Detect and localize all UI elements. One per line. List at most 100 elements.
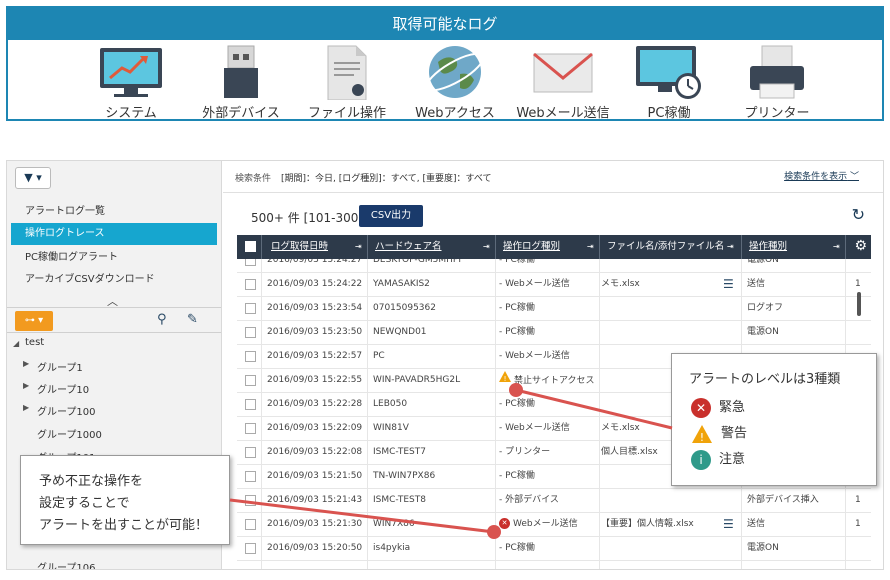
cell-date: 2016/09/03 15:21:30 <box>267 519 363 529</box>
cell-count: 1 <box>855 495 861 505</box>
log-type-label: プリンター <box>744 106 810 121</box>
cell-hardware: WIN7X86 <box>373 519 415 529</box>
row-checkbox[interactable] <box>245 423 256 434</box>
row-checkbox[interactable] <box>245 279 256 290</box>
callout-line: 設定することで <box>39 496 130 511</box>
cell-log-type: - プリンター <box>499 447 551 457</box>
warning-triangle-icon: ! <box>499 369 511 392</box>
column-header-date[interactable]: ログ取得日時 <box>271 235 328 259</box>
table-row[interactable]: 2016/09/03 15:21:43 ISMC-TEST8 - 外部デバイス 外部デ… <box>237 489 871 513</box>
cell-file-name: 【重要】個人情報.xlsx <box>601 519 694 529</box>
row-checkbox[interactable] <box>245 399 256 410</box>
table-row[interactable]: 2016/09/03 15:24:27 DESKTOP-GM5MHPI - PC稼働… <box>237 259 871 273</box>
show-search-conditions-link[interactable]: 検索条件を表示 ﹀ <box>784 169 859 182</box>
tree-node-group[interactable]: グループ1 <box>37 359 83 374</box>
cell-log-type: ! 禁止サイトアクセス <box>499 369 595 393</box>
csv-export-button[interactable]: CSV出力 <box>359 205 423 227</box>
cell-date: 2016/09/03 15:20:50 <box>267 543 363 553</box>
row-checkbox[interactable] <box>245 519 256 530</box>
row-checkbox[interactable] <box>245 447 256 458</box>
group-structure-button[interactable]: ⊶ ▾ <box>15 311 53 331</box>
select-all-checkbox[interactable] <box>245 241 256 252</box>
pin-icon[interactable]: ⇥ <box>355 235 362 259</box>
filter-dropdown-button[interactable]: ▼ ▾ <box>15 167 51 189</box>
cell-hardware: TN-WIN7PX86 <box>373 471 436 481</box>
row-checkbox[interactable] <box>245 471 256 482</box>
pin-icon[interactable]: ⇥ <box>727 235 734 259</box>
cell-hardware: WIN81V <box>373 423 409 433</box>
edit-pencil-icon[interactable]: ✎ <box>187 312 198 327</box>
cell-file-name: メモ.xlsx <box>601 279 640 289</box>
cell-hardware: YAMASAKIS2 <box>373 279 430 289</box>
cell-log-type: - Webメール送信 <box>499 351 570 361</box>
search-icon[interactable]: ⚲ <box>157 312 167 327</box>
cell-count: 1 <box>855 519 861 529</box>
warning-triangle-icon: ! <box>691 424 713 444</box>
column-settings-gear-icon[interactable]: ⚙ <box>854 238 867 254</box>
row-checkbox[interactable] <box>245 543 256 554</box>
cell-hardware: is4pykia <box>373 543 411 553</box>
available-logs-panel: 取得可能なログ システム 外部デバイス ファイル操作 Webアクセス Webメー… <box>6 6 884 121</box>
cell-date: 2016/09/03 15:22:08 <box>267 447 363 457</box>
pin-icon[interactable]: ⇥ <box>833 235 840 259</box>
cell-date: 2016/09/03 15:24:27 <box>267 259 363 265</box>
table-row[interactable]: 2016/09/03 15:23:54 07015095362 - PC稼働 ログオフ <box>237 297 871 321</box>
error-x-icon: ✕ <box>691 397 711 418</box>
cell-operation: 電源ON <box>747 543 779 553</box>
row-checkbox[interactable] <box>245 351 256 362</box>
cell-log-type: - PC稼働 <box>499 399 535 409</box>
error-x-icon: ✕ <box>499 518 510 529</box>
tree-node-group[interactable]: グループ100 <box>37 403 96 418</box>
cell-operation: 電源ON <box>747 259 779 265</box>
pin-icon[interactable]: ⇥ <box>483 235 490 259</box>
table-scrollbar[interactable] <box>857 292 861 316</box>
cell-operation: 電源ON <box>747 327 779 337</box>
column-header-operation[interactable]: 操作種別 <box>749 235 787 259</box>
cell-log-type: - Webメール送信 <box>499 279 570 289</box>
cell-file-name: メモ.xlsx <box>601 423 640 433</box>
tree-node-group[interactable]: グループ106 <box>37 559 96 569</box>
log-type-system: システム <box>76 44 186 121</box>
cell-date: 2016/09/03 15:22:09 <box>267 423 363 433</box>
document-icon <box>312 44 382 101</box>
detail-menu-icon[interactable]: ☰ <box>723 513 734 536</box>
tree-collapsed-arrow-icon[interactable]: ▶ <box>23 403 29 412</box>
tree-collapsed-arrow-icon[interactable]: ▶ <box>23 381 29 390</box>
log-type-label: Webアクセス <box>415 106 495 121</box>
menu-item-operation-log-trace[interactable]: 操作ログトレース <box>11 223 217 245</box>
menu-item-pc-operation-alert[interactable]: PC稼働ログアラート <box>11 247 217 269</box>
cell-hardware: 07015095362 <box>373 303 436 313</box>
menu-item-archive-csv-download[interactable]: アーカイブCSVダウンロード <box>11 269 217 291</box>
table-row[interactable]: 2016/09/03 15:20:50 is4pykia - PC稼働 電源ON <box>237 537 871 561</box>
tree-node-group[interactable]: グループ1000 <box>37 426 102 441</box>
menu-item-alert-log-list[interactable]: アラートログ一覧 <box>11 201 217 223</box>
detail-menu-icon[interactable]: ☰ <box>723 273 734 296</box>
table-row[interactable]: 2016/09/03 15:24:22 YAMASAKIS2 - Webメール送信 メ… <box>237 273 871 297</box>
row-checkbox[interactable] <box>245 259 256 266</box>
info-icon: i <box>691 449 711 470</box>
row-checkbox[interactable] <box>245 495 256 506</box>
row-checkbox[interactable] <box>245 327 256 338</box>
usb-drive-icon <box>206 44 276 100</box>
log-type-webmail: Webメール送信 <box>508 44 618 121</box>
cell-operation: 送信 <box>747 519 766 529</box>
alert-level-warning: ! 警告 <box>691 422 747 444</box>
search-condition-text: [期間]：今日, [ログ種別]：すべて, [重要度]：すべて <box>281 174 492 184</box>
row-checkbox[interactable] <box>245 303 256 314</box>
table-row[interactable]: 2016/09/03 15:21:30 WIN7X86 ✕ Webメール送信 【重要】個… <box>237 513 871 537</box>
printer-icon <box>742 44 812 100</box>
tree-node-group[interactable]: グループ10 <box>37 381 89 396</box>
row-checkbox[interactable] <box>245 375 256 386</box>
log-type-printer: プリンター <box>722 44 832 121</box>
column-header-file-name[interactable]: ファイル名/添付ファイル名 <box>607 235 724 259</box>
tree-collapsed-arrow-icon[interactable]: ▶ <box>23 359 29 368</box>
pin-icon[interactable]: ⇥ <box>587 235 594 259</box>
tree-expanded-arrow-icon[interactable]: ◢ <box>13 339 19 348</box>
alert-levels-callout: アラートのレベルは3種類 ✕ 緊急 ! 警告 i 注意 <box>671 353 877 486</box>
result-count: 500+ 件 [101-300] <box>251 211 364 225</box>
tree-node-test[interactable]: test <box>25 337 44 348</box>
column-header-hardware[interactable]: ハードウェア名 <box>375 235 442 259</box>
refresh-icon[interactable]: ↻ <box>852 205 865 224</box>
column-header-log-type[interactable]: 操作ログ種別 <box>503 235 560 259</box>
table-row[interactable]: 2016/09/03 15:23:50 NEWQND01 - PC稼働 電源ON <box>237 321 871 345</box>
